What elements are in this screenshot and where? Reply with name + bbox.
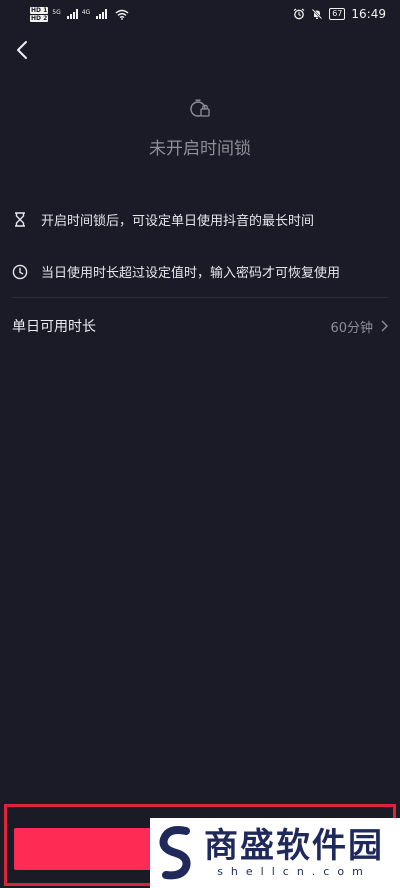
setting-value: 60分钟	[330, 320, 373, 336]
watermark-cn: 商盛软件园	[204, 826, 384, 866]
sim2-badge: HD 2	[30, 14, 49, 22]
signal-2-icon	[96, 9, 108, 19]
signal-1-icon	[66, 9, 78, 19]
page-title: 未开启时间锁	[149, 139, 251, 159]
clock-icon	[12, 264, 28, 280]
sim-indicators: HD 1 HD 2	[30, 6, 49, 22]
sim1-badge: HD 1	[30, 6, 49, 14]
watermark-logo	[159, 826, 191, 880]
sim2-label: HD 2	[30, 14, 49, 22]
hourglass-icon	[12, 212, 28, 228]
back-button[interactable]	[10, 36, 34, 64]
network-type-1: 5G	[52, 8, 61, 16]
watermark: 商盛软件园 shellcn.com	[150, 818, 400, 888]
time-lock-icon	[190, 99, 210, 117]
chevron-right-icon	[381, 320, 388, 332]
status-left: HD 1 HD 2 5G 4G	[30, 6, 129, 22]
status-bar: HD 1 HD 2 5G 4G 67 16:49	[0, 0, 400, 28]
wifi-icon	[115, 9, 129, 20]
sim1-label: HD 1	[30, 6, 49, 14]
network-type-2: 4G	[81, 8, 91, 16]
info-row-limit: 开启时间锁后，可设定单日使用抖音的最长时间	[12, 210, 388, 229]
battery-indicator: 67	[329, 8, 346, 20]
watermark-en: shellcn.com	[217, 865, 371, 878]
info-text-password: 当日使用时长超过设定值时，输入密码才可恢复使用	[41, 266, 341, 281]
chevron-left-icon	[17, 41, 27, 59]
info-text-limit: 开启时间锁后，可设定单日使用抖音的最长时间	[41, 214, 315, 229]
info-row-password: 当日使用时长超过设定值时，输入密码才可恢复使用	[12, 262, 388, 281]
setting-value-group: 60分钟	[330, 317, 388, 336]
mute-bell-icon	[312, 8, 323, 20]
watermark-text: 商盛软件园 shellcn.com	[204, 827, 384, 879]
status-right: 67 16:49	[293, 7, 386, 21]
clock-time: 16:49	[351, 7, 386, 21]
divider	[12, 297, 388, 298]
daily-limit-setting[interactable]: 单日可用时长 60分钟	[12, 312, 388, 340]
setting-label: 单日可用时长	[12, 319, 96, 335]
alarm-icon	[293, 8, 305, 20]
